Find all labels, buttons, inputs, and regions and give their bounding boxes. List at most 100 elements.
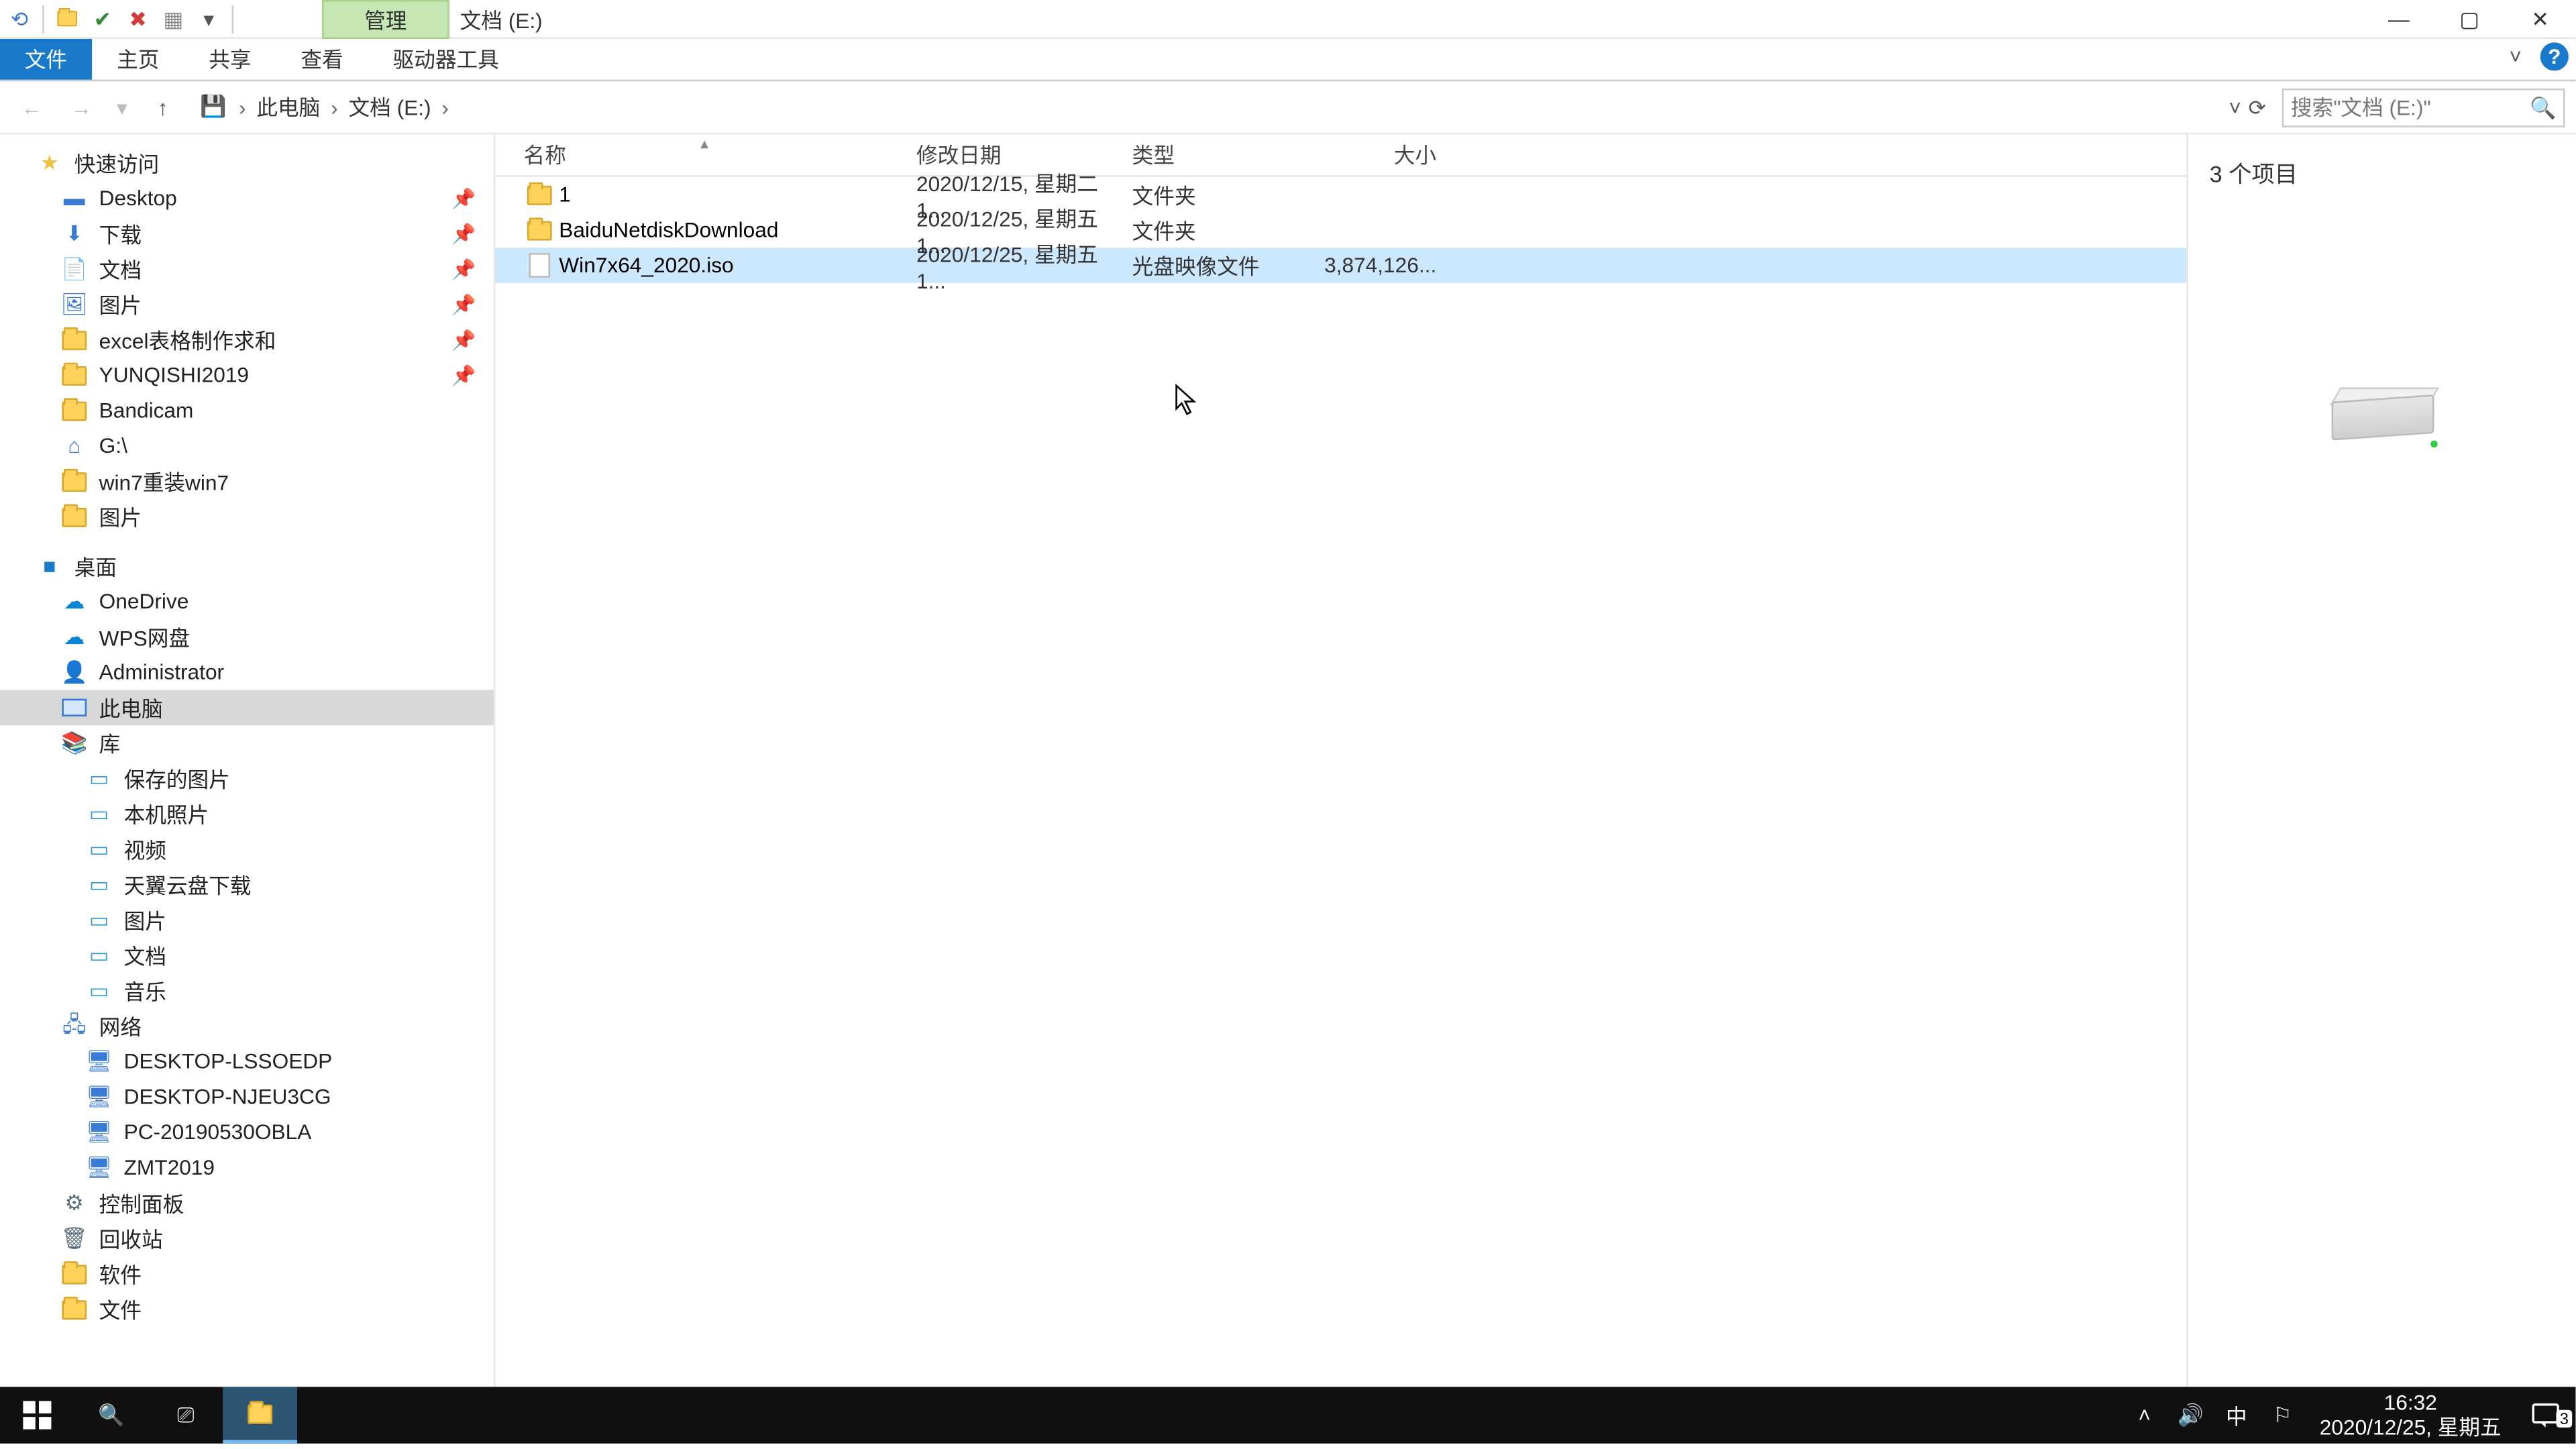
ribbon-tab-file[interactable]: 文件	[0, 39, 92, 80]
preview-item-count: 3 个项目	[2210, 156, 2298, 189]
tree-this-pc[interactable]: 此电脑	[0, 690, 494, 725]
tree-qa-item[interactable]: 🖼图片📌	[0, 286, 494, 322]
ribbon-tab-home[interactable]: 主页	[92, 39, 184, 80]
search-button[interactable]: 🔍	[74, 1387, 149, 1443]
ribbon-tab-view[interactable]: 查看	[276, 39, 368, 80]
file-list[interactable]: 名称▴ 修改日期 类型 大小 1 2020/12/15, 星期二 1... 文件…	[495, 134, 2186, 1404]
chevron-right-icon[interactable]: ›	[235, 95, 250, 119]
network-icon: 🖧	[60, 1012, 89, 1040]
folder-icon	[60, 1295, 89, 1323]
file-row[interactable]: 1 2020/12/15, 星期二 1... 文件夹	[495, 177, 2186, 213]
tree-item[interactable]: ☁WPS网盘	[0, 619, 494, 655]
ribbon-tab-drive-tools[interactable]: 驱动器工具	[368, 39, 524, 80]
address-history-dropdown[interactable]: ˅	[2229, 95, 2241, 119]
close-button[interactable]: ✕	[2505, 0, 2575, 39]
tree-libraries[interactable]: 📚库	[0, 725, 494, 761]
tree-item[interactable]: ☁OneDrive	[0, 584, 494, 619]
onedrive-icon: ☁	[60, 587, 89, 615]
action-center-button[interactable]: 3	[2516, 1399, 2576, 1431]
address-bar[interactable]: 💾 › 此电脑 › 文档 (E:) › ˅ ⟳	[191, 88, 2275, 127]
breadcrumb-root[interactable]: 此电脑	[256, 92, 320, 122]
column-type[interactable]: 类型	[1132, 140, 1313, 170]
maximize-button[interactable]: ▢	[2434, 0, 2505, 39]
tree-control-panel[interactable]: ⚙控制面板	[0, 1185, 494, 1221]
tree-net-item[interactable]: 🖥DESKTOP-NJEU3CG	[0, 1079, 494, 1115]
tree-qa-item[interactable]: 📄文档📌	[0, 251, 494, 286]
ime-indicator[interactable]: 中	[2214, 1400, 2260, 1430]
ribbon-expand-icon[interactable]: ˅	[2502, 42, 2530, 70]
help-icon[interactable]: ?	[2540, 42, 2569, 70]
qat-checkmark-icon[interactable]: ✔	[87, 3, 118, 34]
tree-quick-access[interactable]: ★快速访问	[0, 145, 494, 180]
search-input[interactable]: 搜索"文档 (E:)" 🔍	[2282, 88, 2565, 127]
security-icon[interactable]: ⚐	[2259, 1403, 2306, 1428]
start-button[interactable]	[0, 1387, 74, 1443]
column-name[interactable]: 名称▴	[524, 140, 916, 170]
tree-net-item[interactable]: 🖥PC-20190530OBLA	[0, 1114, 494, 1150]
pin-icon: 📌	[451, 364, 476, 386]
file-row[interactable]: BaiduNetdiskDownload 2020/12/25, 星期五 1..…	[495, 212, 2186, 248]
taskbar-file-explorer[interactable]	[223, 1387, 297, 1443]
tree-network[interactable]: 🖧网络	[0, 1008, 494, 1044]
tree-lib-item[interactable]: ▭音乐	[0, 973, 494, 1008]
chevron-right-icon[interactable]: ›	[327, 95, 341, 119]
tray-overflow-icon[interactable]: ˄	[2121, 1403, 2167, 1428]
tree-lib-item[interactable]: ▭视频	[0, 831, 494, 867]
ribbon-tab-share[interactable]: 共享	[184, 39, 276, 80]
nav-up-button[interactable]: ↑	[142, 86, 184, 128]
volume-icon[interactable]: 🔊	[2167, 1403, 2214, 1428]
tree-qa-item[interactable]: YUNQISHI2019📌	[0, 358, 494, 393]
qat-properties-icon[interactable]	[51, 3, 83, 34]
tree-lib-item[interactable]: ▭保存的图片	[0, 761, 494, 796]
folder-icon	[524, 220, 555, 239]
tree-item[interactable]: 👤Administrator	[0, 655, 494, 690]
qat-dropdown-icon[interactable]: ▾	[193, 3, 224, 34]
file-name: BaiduNetdiskDownload	[555, 217, 916, 242]
folder-icon	[60, 467, 89, 495]
music-icon: ▭	[85, 977, 113, 1005]
nav-back-button[interactable]: ←	[11, 86, 53, 128]
nav-recent-dropdown[interactable]: ▾	[109, 86, 134, 128]
qat-newfolder-icon[interactable]: ▦	[158, 3, 189, 34]
computer-icon: 🖥	[85, 1083, 113, 1111]
nav-forward-button[interactable]: →	[60, 86, 103, 128]
tree-qa-item[interactable]: Bandicam	[0, 392, 494, 428]
folder-icon	[60, 361, 89, 389]
pin-icon: 📌	[451, 186, 476, 209]
tree-qa-item[interactable]: ▬Desktop📌	[0, 180, 494, 216]
cloud-icon: ▭	[85, 870, 113, 898]
breadcrumb-current[interactable]: 文档 (E:)	[349, 92, 431, 122]
tree-qa-item[interactable]: excel表格制作求和📌	[0, 322, 494, 358]
tree-net-item[interactable]: 🖥ZMT2019	[0, 1150, 494, 1185]
downloads-icon: ⬇	[60, 219, 89, 248]
tree-qa-item[interactable]: 图片	[0, 499, 494, 535]
tree-net-item[interactable]: 🖥DESKTOP-LSSOEDP	[0, 1044, 494, 1079]
tree-qa-item[interactable]: ⌂G:\	[0, 428, 494, 464]
tree-lib-item[interactable]: ▭文档	[0, 938, 494, 973]
tree-lib-item[interactable]: ▭本机照片	[0, 796, 494, 832]
column-size[interactable]: 大小	[1313, 140, 1437, 170]
file-type: 文件夹	[1132, 215, 1313, 245]
chevron-right-icon[interactable]: ›	[438, 95, 452, 119]
tree-desktop[interactable]: ■桌面	[0, 548, 494, 584]
qat-app-icon[interactable]: ⟲	[3, 3, 35, 34]
refresh-icon[interactable]: ⟳	[2248, 95, 2266, 119]
column-headers: 名称▴ 修改日期 类型 大小	[495, 134, 2186, 176]
tree-item[interactable]: 文件	[0, 1291, 494, 1327]
tree-lib-item[interactable]: ▭图片	[0, 902, 494, 938]
tree-recycle-bin[interactable]: 🗑回收站	[0, 1221, 494, 1256]
qat-delete-icon[interactable]: ✖	[122, 3, 154, 34]
tree-lib-item[interactable]: ▭天翼云盘下载	[0, 867, 494, 902]
tree-item[interactable]: 软件	[0, 1256, 494, 1291]
taskbar-clock[interactable]: 16:32 2020/12/25, 星期五	[2306, 1391, 2516, 1440]
search-icon[interactable]: 🔍	[2530, 95, 2556, 119]
file-row[interactable]: Win7x64_2020.iso 2020/12/25, 星期五 1... 光盘…	[495, 248, 2186, 283]
clock-time: 16:32	[2320, 1391, 2502, 1415]
task-view-button[interactable]: ⎚	[149, 1387, 223, 1443]
search-placeholder: 搜索"文档 (E:)"	[2291, 92, 2431, 122]
contextual-tab-manage[interactable]: 管理	[322, 0, 449, 39]
minimize-button[interactable]: ―	[2363, 0, 2434, 39]
tree-qa-item[interactable]: win7重装win7	[0, 464, 494, 499]
tree-qa-item[interactable]: ⬇下载📌	[0, 216, 494, 252]
column-date[interactable]: 修改日期	[916, 140, 1132, 170]
